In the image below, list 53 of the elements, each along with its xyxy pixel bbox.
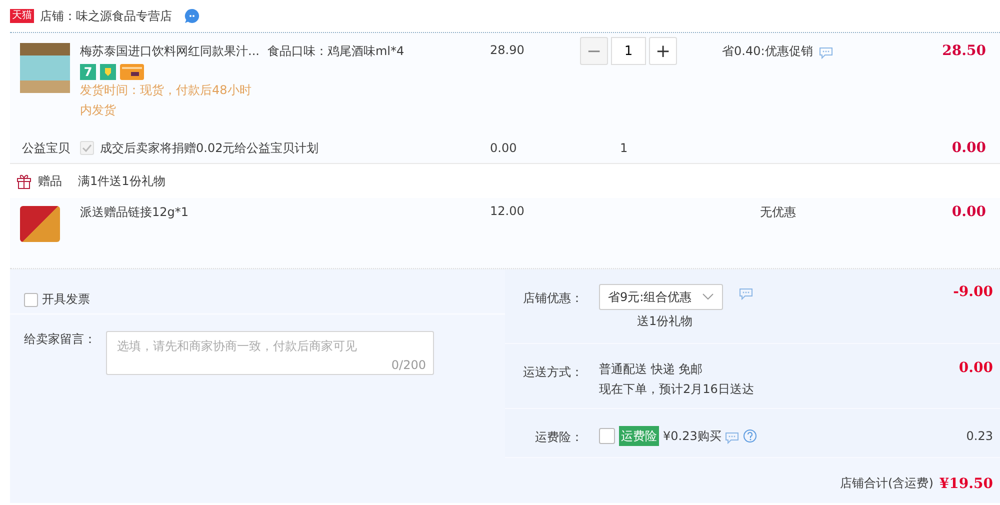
discount-text: 无优惠 bbox=[759, 204, 797, 221]
store-badge: 天猫 bbox=[10, 9, 34, 23]
store-discount-label: 店铺优惠： bbox=[522, 290, 583, 307]
charity-text: 成交后卖家将捐赠0.02元给公益宝贝计划 bbox=[100, 140, 319, 156]
shipping-method: 普通配送 快递 免邮 bbox=[599, 361, 704, 378]
insurance-price: ¥0.23购买 bbox=[663, 428, 722, 445]
unit-price: 28.90 bbox=[490, 43, 526, 59]
unit-price: 0.00 bbox=[490, 141, 518, 155]
character-counter: 0/200 bbox=[391, 358, 426, 372]
delivery-time: 发货时间：现货，付款后48小时内发货 bbox=[80, 82, 252, 119]
item-total: 0.00 bbox=[950, 204, 987, 222]
gift-icon bbox=[16, 173, 32, 189]
service-badge: 7 bbox=[80, 64, 96, 80]
insurance-tag: 运费险 bbox=[619, 426, 659, 446]
insurance-label: 运费险： bbox=[534, 429, 583, 446]
store-total-label: 店铺合计(含运费) bbox=[840, 475, 934, 492]
invoice-label[interactable]: 开具发票 bbox=[42, 291, 90, 308]
insurance-amount: 0.23 bbox=[966, 428, 994, 445]
chat-icon[interactable] bbox=[725, 432, 740, 444]
message-label: 给卖家留言： bbox=[24, 331, 96, 348]
unit-price: 12.00 bbox=[490, 204, 526, 220]
chat-icon[interactable] bbox=[818, 47, 833, 59]
discount-amount: -9.00 bbox=[953, 284, 994, 302]
caret-icon bbox=[702, 293, 714, 301]
increase-button[interactable]: + bbox=[649, 37, 677, 65]
help-icon[interactable] bbox=[743, 429, 758, 443]
product-title[interactable]: 梅苏泰国进口饮料网红同款果汁... bbox=[80, 43, 260, 60]
delivery-estimate: 现在下单，预计2月16日送达 bbox=[599, 381, 755, 398]
gift-condition: 满1件送1份礼物 bbox=[78, 172, 166, 190]
product-sku: 食品口味：鸡尾酒味ml*4 bbox=[267, 43, 404, 60]
gift-name[interactable]: 派送赠品链接12g*1 bbox=[80, 205, 189, 219]
product-photo-placeholder[interactable] bbox=[20, 43, 70, 93]
discount-text: 省0.40:优惠促销 bbox=[722, 43, 813, 60]
chat-icon[interactable] bbox=[739, 288, 753, 300]
shield-icon bbox=[100, 64, 116, 80]
store-name[interactable]: 店铺：味之源食品专营店 bbox=[40, 8, 172, 24]
quantity-field[interactable]: 1 bbox=[611, 37, 646, 65]
invoice-checkbox[interactable] bbox=[24, 292, 38, 306]
charity-checkbox[interactable] bbox=[80, 141, 94, 155]
item-total: 0.00 bbox=[950, 140, 987, 156]
discount-note: 送1份礼物 bbox=[636, 313, 694, 330]
charity-label: 公益宝贝 bbox=[22, 140, 71, 156]
insurance-checkbox[interactable] bbox=[599, 428, 615, 444]
gift-photo-placeholder[interactable] bbox=[20, 206, 60, 242]
shipping-amount: 0.00 bbox=[958, 360, 994, 378]
item-total: 28.50 bbox=[941, 43, 987, 61]
card-icon bbox=[120, 64, 144, 80]
discount-dropdown[interactable]: 省9元:组合优惠 bbox=[599, 284, 723, 310]
shipping-label: 运送方式： bbox=[522, 364, 583, 381]
gift-label: 赠品 bbox=[38, 172, 62, 190]
chat-bubble-icon[interactable] bbox=[184, 8, 200, 24]
store-total-amount: ¥19.50 bbox=[939, 476, 994, 492]
quantity-text: 1 bbox=[619, 141, 629, 155]
